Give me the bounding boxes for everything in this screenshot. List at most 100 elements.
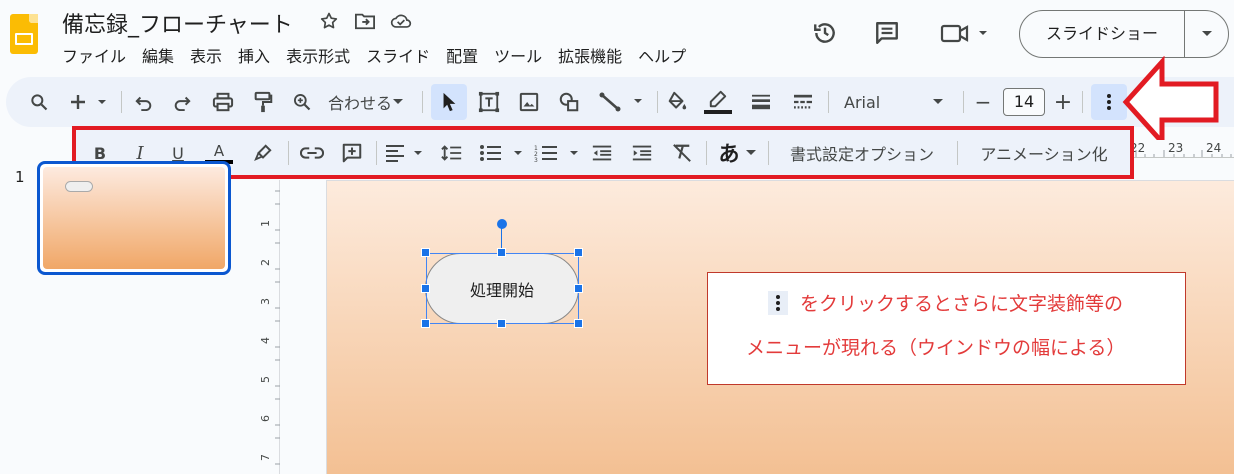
insert-image-icon[interactable] — [516, 89, 542, 115]
font-select[interactable]: Arial — [844, 89, 944, 115]
toolbar-divider — [376, 141, 377, 165]
ruler-tick-label: 3 — [259, 298, 272, 305]
menu-format[interactable]: 表示形式 — [286, 43, 350, 67]
resize-handle-w[interactable] — [421, 284, 430, 293]
menu-edit[interactable]: 編集 — [142, 43, 174, 67]
resize-handle-nw[interactable] — [421, 248, 430, 257]
ruler-tick-label: 2 — [259, 259, 272, 266]
add-comment-icon[interactable] — [338, 140, 366, 166]
toolbar-divider — [422, 91, 423, 113]
rotate-handle[interactable] — [497, 219, 507, 229]
star-icon[interactable] — [318, 10, 340, 32]
meet-camera-icon[interactable] — [940, 18, 990, 48]
annotation-line-1: をクリックするとさらに文字装飾等の — [768, 289, 1123, 316]
toolbar-divider — [657, 91, 658, 113]
fill-color-icon[interactable] — [664, 89, 690, 115]
toolbar-divider — [288, 141, 289, 165]
resize-handle-ne[interactable] — [574, 248, 583, 257]
toolbar-divider — [957, 141, 958, 165]
decrease-font-size-button[interactable]: − — [972, 89, 994, 115]
menu-tools[interactable]: ツール — [494, 43, 542, 67]
menu-insert[interactable]: 挿入 — [238, 43, 270, 67]
slides-editor: 備忘録_フローチャート ファイル 編集 表示 挿入 表示形式 スライド 配置 ツ… — [0, 0, 1234, 474]
menu-arrange[interactable]: 配置 — [446, 43, 478, 67]
zoom-icon[interactable] — [290, 89, 314, 115]
move-to-folder-icon[interactable] — [354, 10, 376, 32]
slideshow-dropdown-icon[interactable] — [1185, 30, 1228, 38]
resize-handle-sw[interactable] — [421, 319, 430, 328]
toolbar-divider — [963, 91, 964, 113]
clear-formatting-icon[interactable] — [668, 140, 696, 166]
cloud-saved-icon[interactable] — [390, 10, 412, 32]
insert-link-icon[interactable] — [298, 140, 326, 166]
shape-text[interactable]: 処理開始 — [470, 277, 534, 301]
resize-handle-s[interactable] — [497, 319, 506, 328]
ruler-tick-label: 1 — [259, 220, 272, 227]
title-actions — [318, 10, 412, 32]
text-box-icon[interactable] — [476, 89, 502, 115]
vertical-ruler: 1 2 3 4 5 6 7 — [258, 180, 280, 474]
search-menus-icon[interactable] — [26, 89, 52, 115]
toolbar-divider — [1082, 91, 1083, 113]
menu-bar: ファイル 編集 表示 挿入 表示形式 スライド 配置 ツール 拡張機能 ヘルプ — [62, 43, 702, 67]
resize-handle-se[interactable] — [574, 319, 583, 328]
menu-view[interactable]: 表示 — [190, 43, 222, 67]
slide-thumbnail[interactable] — [37, 161, 231, 275]
text-color-label: A — [213, 142, 225, 160]
resize-handle-e[interactable] — [574, 284, 583, 293]
numbered-list-icon[interactable]: 123 — [534, 140, 584, 166]
text-format-toolbar: B I U A 123 あ 書式設定オプション アニメーション化 — [72, 126, 1134, 179]
bulleted-list-icon[interactable] — [478, 140, 528, 166]
toolbar-divider — [706, 141, 707, 165]
border-color-icon[interactable] — [703, 89, 733, 115]
line-spacing-icon[interactable] — [438, 140, 466, 166]
flowchart-terminator-shape[interactable]: 処理開始 — [425, 253, 579, 324]
resize-handle-n[interactable] — [497, 248, 506, 257]
animate-button[interactable]: アニメーション化 — [972, 140, 1116, 166]
zoom-dropdown-icon — [393, 99, 403, 104]
border-dash-icon[interactable] — [788, 89, 818, 115]
redo-icon[interactable] — [170, 89, 194, 115]
toolbar-divider — [768, 141, 769, 165]
menu-slide[interactable]: スライド — [366, 43, 430, 67]
input-tools-dropdown-icon — [745, 150, 756, 155]
horizontal-ruler: 22 23 24 — [1130, 140, 1234, 162]
decrease-indent-icon[interactable] — [588, 140, 616, 166]
input-tools-button[interactable]: あ — [714, 140, 762, 166]
highlight-color-icon[interactable] — [250, 140, 276, 166]
slideshow-label[interactable]: スライドショー — [1020, 11, 1185, 57]
ruler-tick-label: 7 — [259, 454, 272, 461]
increase-font-size-button[interactable]: + — [1052, 89, 1074, 115]
border-weight-icon[interactable] — [746, 89, 776, 115]
version-history-icon[interactable] — [810, 18, 840, 48]
slides-logo-icon[interactable] — [10, 14, 38, 54]
document-title[interactable]: 備忘録_フローチャート — [62, 7, 293, 39]
toolbar-divider — [828, 91, 829, 113]
more-vert-icon — [768, 290, 788, 315]
undo-icon[interactable] — [132, 89, 156, 115]
select-cursor-icon[interactable] — [436, 89, 462, 115]
slideshow-button[interactable]: スライドショー — [1019, 10, 1229, 58]
format-options-button[interactable]: 書式設定オプション — [782, 140, 942, 166]
slide-thumbnail-preview — [43, 167, 225, 269]
zoom-select[interactable]: 合わせる — [328, 89, 412, 115]
increase-indent-icon[interactable] — [628, 140, 656, 166]
more-vert-icon[interactable] — [1096, 89, 1122, 115]
comments-icon[interactable] — [872, 18, 902, 48]
align-icon[interactable] — [384, 140, 428, 166]
menu-file[interactable]: ファイル — [62, 43, 126, 67]
print-icon[interactable] — [210, 89, 236, 115]
font-size-input[interactable]: 14 — [1003, 88, 1045, 116]
toolbar-divider — [121, 91, 122, 113]
line-tool-icon[interactable] — [598, 89, 648, 115]
border-color-swatch — [704, 110, 732, 114]
menu-help[interactable]: ヘルプ — [638, 43, 686, 67]
svg-text:3: 3 — [534, 157, 538, 162]
font-name: Arial — [844, 92, 881, 112]
main-toolbar: 合わせる Arial − 14 + — [6, 77, 1234, 127]
shape-icon[interactable] — [556, 89, 582, 115]
paint-format-icon[interactable] — [250, 89, 276, 115]
annotation-text-1: をクリックするとさらに文字装飾等の — [800, 293, 1124, 315]
new-slide-icon[interactable] — [68, 89, 112, 115]
menu-extensions[interactable]: 拡張機能 — [558, 43, 622, 67]
